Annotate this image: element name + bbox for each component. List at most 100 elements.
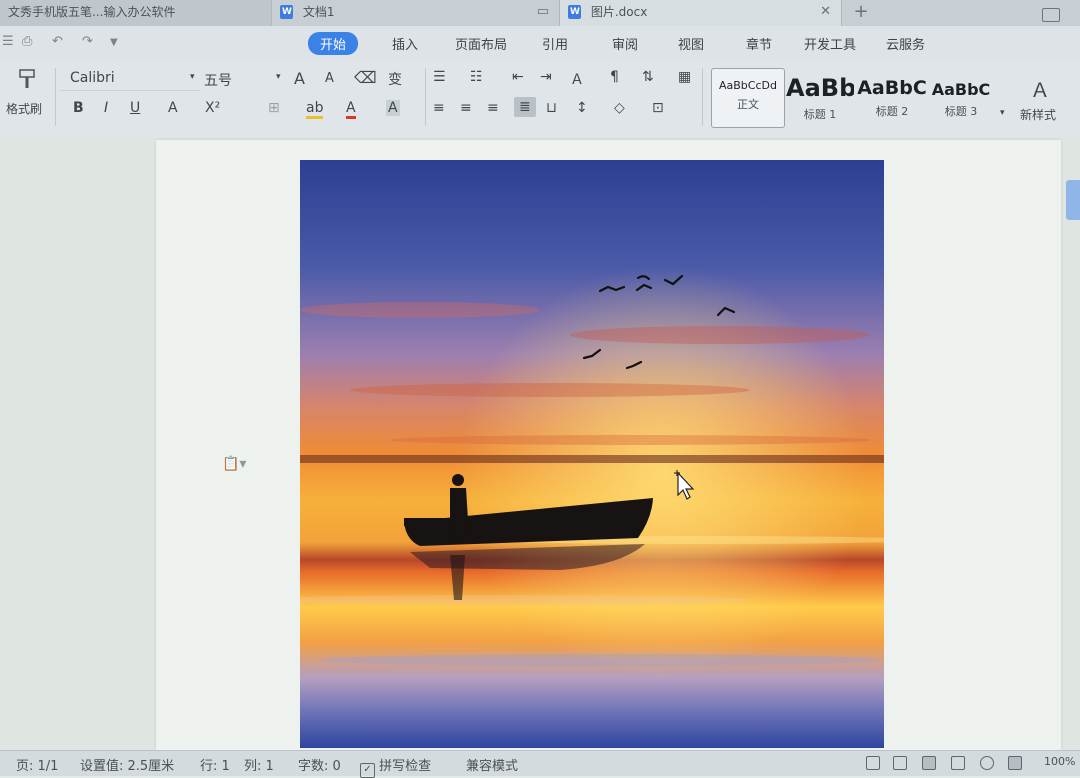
right-panel-handle[interactable] — [1066, 180, 1080, 220]
justify-icon[interactable]: ≣ — [514, 97, 536, 117]
quick-access-menu-icon[interactable]: ☰ — [2, 34, 14, 49]
ribbon-toolbar: 格式刷 Calibri ▾ 五号 ▾ A A ⌫ 变 B I U A X² ⊞ … — [0, 62, 1080, 139]
borders-icon[interactable]: ⊡ — [652, 100, 664, 116]
style-normal-label: 正文 — [737, 98, 759, 111]
chevron-down-icon: ▾ — [190, 72, 195, 82]
menu-tab-insert[interactable]: 插入 — [392, 34, 418, 53]
document-tab-1[interactable]: 文秀手机版五笔...输入办公软件 — [0, 0, 272, 26]
style-heading-1[interactable]: AaBb 标题 1 — [786, 68, 854, 126]
menu-tab-references[interactable]: 引用 — [542, 34, 568, 53]
numbered-list-icon[interactable]: ☷ — [470, 69, 483, 85]
chinese-layout-icon[interactable]: Ａ — [570, 69, 584, 89]
char-border-icon[interactable]: ⊞ — [268, 100, 280, 116]
sort-icon[interactable]: ⇅ — [642, 69, 654, 85]
tab-3-close-icon[interactable]: ✕ — [820, 0, 831, 24]
eye-protection-icon[interactable] — [1008, 756, 1022, 770]
tab-1-title: 文秀手机版五笔...输入办公软件 — [8, 5, 176, 19]
paste-options-icon[interactable]: 📋▾ — [222, 456, 246, 472]
word-doc-icon — [568, 5, 581, 19]
line-spacing-icon[interactable]: ↕ — [576, 100, 588, 116]
font-name-value: Calibri — [70, 70, 115, 86]
tab-2-close-icon[interactable]: ▭ — [537, 0, 549, 24]
document-canvas: 📋▾ — [0, 138, 1080, 750]
decrease-indent-icon[interactable]: ⇤ — [512, 69, 524, 85]
column-indicator: 列: 1 — [244, 759, 274, 774]
styles-more-icon[interactable]: ▾ — [1000, 108, 1005, 118]
menu-tab-developer[interactable]: 开发工具 — [804, 34, 856, 53]
format-painter-icon[interactable] — [17, 68, 37, 90]
style-heading-1-sample: AaBb — [786, 74, 854, 102]
new-tab-button[interactable]: + — [850, 0, 872, 26]
highlight-color-button[interactable]: ab — [306, 100, 324, 119]
style-normal-sample: AaBbCcDd — [719, 79, 777, 92]
style-heading-3-sample: AaBbC — [931, 80, 991, 99]
new-style-icon[interactable]: Ａ — [1030, 74, 1050, 103]
text-effect-button[interactable]: A — [168, 100, 178, 116]
spell-check-label: 拼写检查 — [379, 759, 432, 774]
superscript-button[interactable]: X² — [205, 100, 220, 116]
window-restore-icon[interactable] — [1042, 8, 1060, 22]
style-heading-3[interactable]: AaBbC 标题 3 — [928, 68, 994, 126]
menu-tab-view[interactable]: 视图 — [678, 34, 704, 53]
menu-tab-section[interactable]: 章节 — [746, 34, 772, 53]
undo-icon[interactable]: ↶ — [52, 34, 63, 49]
reading-view-icon[interactable] — [893, 756, 907, 770]
new-style-label[interactable]: 新样式 — [1020, 106, 1056, 123]
style-heading-2[interactable]: AaBbC 标题 2 — [857, 68, 927, 126]
redo-icon[interactable]: ↷ — [82, 34, 93, 49]
quick-access-dropdown-icon[interactable]: ▼ — [110, 37, 118, 48]
zoom-level[interactable]: 100% — [1044, 755, 1075, 768]
menu-tab-home[interactable]: 开始 — [308, 32, 359, 55]
style-heading-1-label: 标题 1 — [803, 108, 837, 121]
italic-button[interactable]: I — [104, 100, 108, 116]
fullscreen-view-icon[interactable] — [866, 756, 880, 770]
tab-bar: 文秀手机版五笔...输入办公软件 文档1 ▭ 图片.docx ✕ + — [0, 0, 1080, 27]
align-center-icon[interactable]: ≡ — [460, 100, 472, 116]
check-box-icon: ✓ — [360, 763, 375, 778]
show-marks-icon[interactable]: ¶ — [610, 69, 619, 85]
word-count[interactable]: 字数: 0 — [298, 755, 341, 774]
style-normal[interactable]: AaBbCcDd 正文 — [711, 68, 785, 128]
shading-icon[interactable]: ◇ — [614, 100, 625, 116]
inserted-picture[interactable] — [300, 160, 884, 748]
menu-tab-page-layout[interactable]: 页面布局 — [455, 34, 507, 53]
style-heading-3-label: 标题 3 — [944, 105, 978, 118]
word-doc-icon — [280, 5, 293, 19]
style-heading-2-label: 标题 2 — [875, 105, 909, 118]
page-view-icon[interactable] — [922, 756, 936, 770]
document-tab-2[interactable]: 文档1 ▭ — [272, 0, 560, 26]
tab-2-title: 文档1 — [302, 5, 335, 19]
page-indicator[interactable]: 页: 1/1 — [16, 755, 58, 774]
font-size-select[interactable]: 五号 ▾ — [198, 68, 288, 90]
increase-font-size-button[interactable]: A — [294, 69, 305, 88]
font-size-value: 五号 — [204, 73, 232, 89]
pinyin-guide-button[interactable]: 变 — [388, 69, 402, 89]
menu-bar: ☰ ⎙ ↶ ↷ ▼ 开始 插入 页面布局 引用 审阅 视图 章节 开发工具 云服… — [0, 26, 1080, 62]
cursor-position: 设置值: 2.5厘米 — [80, 759, 175, 774]
font-color-button[interactable]: A — [346, 100, 356, 119]
bold-button[interactable]: B — [73, 100, 84, 116]
line-indicator: 行: 1 — [200, 759, 230, 774]
menu-tab-review[interactable]: 审阅 — [612, 34, 638, 53]
distributed-align-icon[interactable]: ⊔ — [546, 100, 557, 116]
table-border-icon[interactable]: ▦ — [678, 69, 691, 85]
increase-indent-icon[interactable]: ⇥ — [540, 69, 552, 85]
mouse-cursor-icon — [674, 470, 695, 500]
web-view-icon[interactable] — [980, 756, 994, 770]
ribbon-divider — [702, 68, 703, 126]
align-right-icon[interactable]: ≡ — [487, 100, 499, 116]
document-tab-3-active[interactable]: 图片.docx ✕ — [560, 0, 842, 26]
outline-view-icon[interactable] — [951, 756, 965, 770]
clear-format-icon[interactable]: ⌫ — [354, 68, 377, 87]
decrease-font-size-button[interactable]: A — [325, 71, 334, 86]
font-name-select[interactable]: Calibri ▾ — [60, 68, 200, 91]
bullet-list-icon[interactable]: ☰ — [433, 69, 446, 85]
style-heading-2-sample: AaBbC — [857, 77, 927, 99]
char-shading-button[interactable]: A — [386, 100, 400, 116]
align-left-icon[interactable]: ≡ — [433, 100, 445, 116]
format-painter-label[interactable]: 格式刷 — [6, 100, 42, 117]
menu-tab-cloud[interactable]: 云服务 — [886, 34, 925, 53]
print-icon[interactable]: ⎙ — [22, 34, 32, 49]
tab-3-title: 图片.docx — [590, 5, 648, 19]
underline-button[interactable]: U — [130, 100, 140, 116]
